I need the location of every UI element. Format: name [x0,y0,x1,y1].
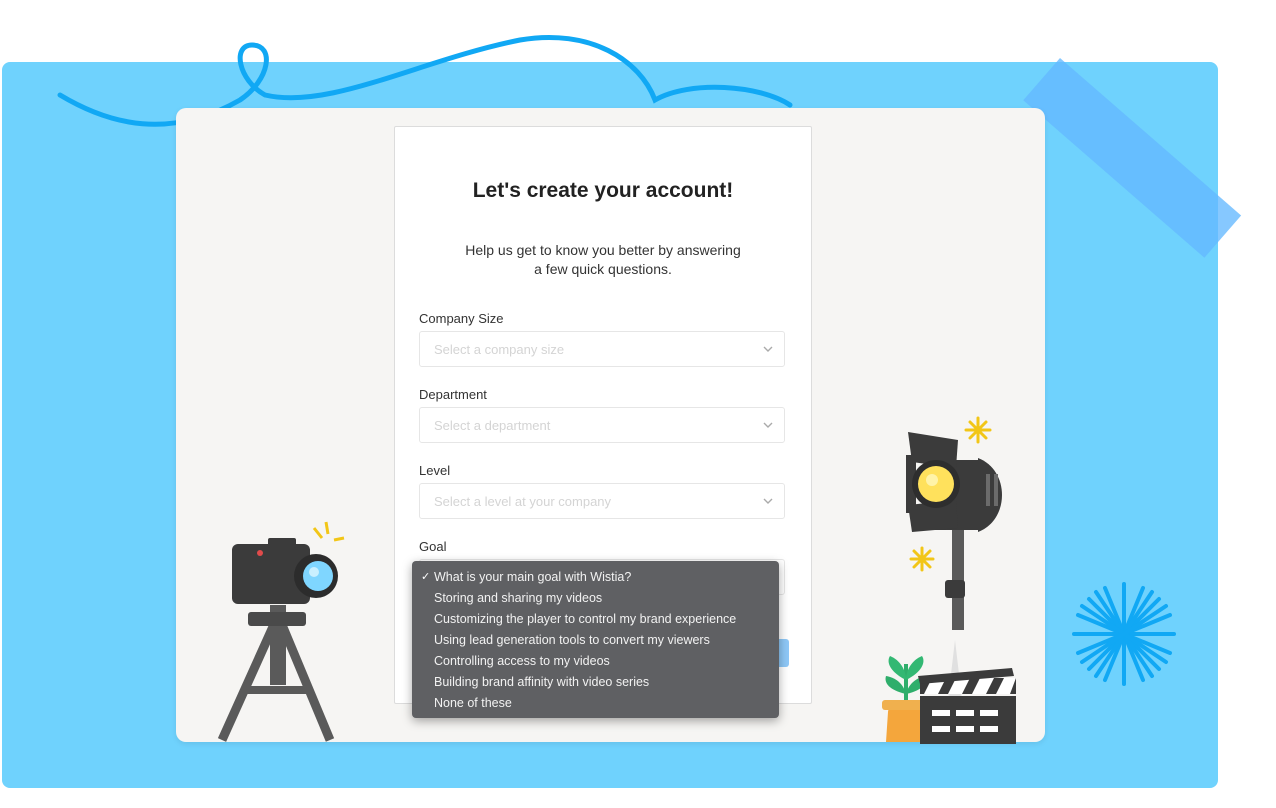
department-select[interactable]: Select a department [419,407,785,443]
goal-option[interactable]: None of these [434,696,512,710]
level-label: Level [419,463,451,478]
subtitle-line-2: a few quick questions. [534,261,672,277]
company-size-placeholder: Select a company size [434,342,565,357]
goal-dropdown-menu: ✓ What is your main goal with Wistia? St… [412,561,779,718]
company-size-label: Company Size [419,311,504,326]
department-label: Department [419,387,487,402]
chevron-down-icon [763,346,773,352]
checkmark-icon: ✓ [421,571,431,583]
level-placeholder: Select a level at your company [434,494,612,509]
form-subtitle: Help us get to know you better by answer… [435,241,771,279]
submit-button-edge[interactable] [779,639,789,667]
goal-option[interactable]: Customizing the player to control my bra… [434,612,736,626]
subtitle-line-1: Help us get to know you better by answer… [465,242,741,258]
goal-option[interactable]: Using lead generation tools to convert m… [434,633,710,647]
page-title: Let's create your account! [472,179,734,202]
goal-label: Goal [419,539,447,554]
company-size-select[interactable]: Select a company size [419,331,785,367]
chevron-down-icon [763,498,773,504]
goal-option[interactable]: Storing and sharing my videos [434,591,602,605]
goal-option[interactable]: ✓ What is your main goal with Wistia? [421,570,631,584]
level-select[interactable]: Select a level at your company [419,483,785,519]
goal-option[interactable]: Controlling access to my videos [434,654,610,668]
goal-option[interactable]: Building brand affinity with video serie… [434,675,649,689]
chevron-down-icon [763,422,773,428]
department-placeholder: Select a department [434,418,551,433]
